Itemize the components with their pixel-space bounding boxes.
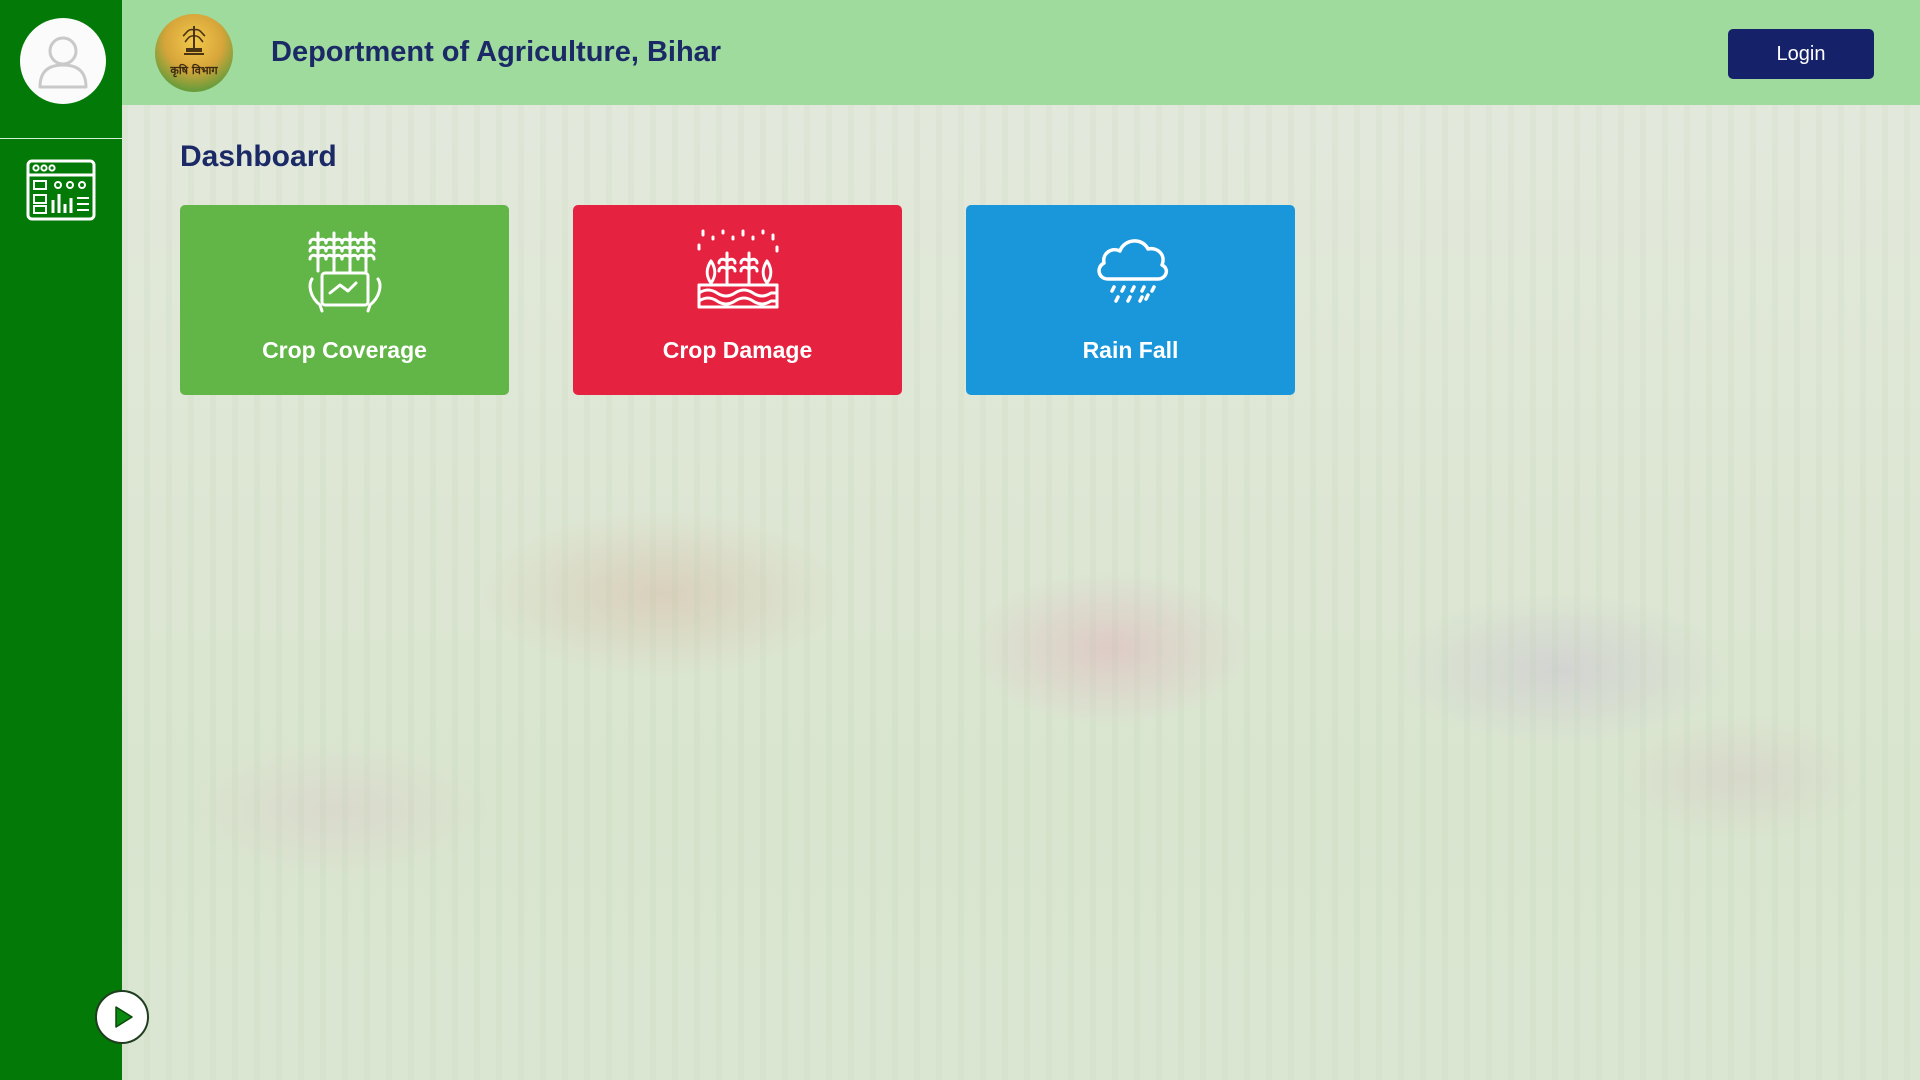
- dashboard-icon: [26, 159, 96, 221]
- rain-fall-label: Rain Fall: [1082, 337, 1179, 363]
- crop-coverage-icon: [308, 231, 381, 313]
- crop-damage-icon: [697, 229, 778, 309]
- crop-damage-label: Crop Damage: [662, 337, 813, 363]
- rain-fall-card[interactable]: Rain Fall: [966, 205, 1295, 395]
- play-button[interactable]: [95, 990, 149, 1044]
- sidebar: [0, 0, 122, 1080]
- rain-cloud-icon: [1096, 239, 1168, 303]
- page-title: Deportment of Agriculture, Bihar: [271, 36, 722, 68]
- sidebar-divider: [0, 138, 122, 139]
- department-logo: कृषि विभाग: [155, 14, 233, 92]
- background-field-image: [122, 0, 1920, 1080]
- dashboard-heading: Dashboard: [180, 140, 337, 173]
- user-icon: [38, 36, 88, 89]
- play-icon: [115, 1006, 133, 1028]
- header-bar: कृषि विभाग Deportment of Agriculture, Bi…: [122, 0, 1920, 105]
- login-button[interactable]: Login: [1728, 29, 1874, 79]
- sidebar-item-dashboard[interactable]: [25, 158, 97, 222]
- crop-coverage-card[interactable]: Crop Coverage: [180, 205, 509, 395]
- logo-text: कृषि विभाग: [170, 64, 218, 77]
- avatar[interactable]: [20, 18, 106, 104]
- emblem-icon: [182, 26, 206, 55]
- crop-damage-card[interactable]: Crop Damage: [573, 205, 902, 395]
- crop-coverage-label: Crop Coverage: [262, 337, 427, 363]
